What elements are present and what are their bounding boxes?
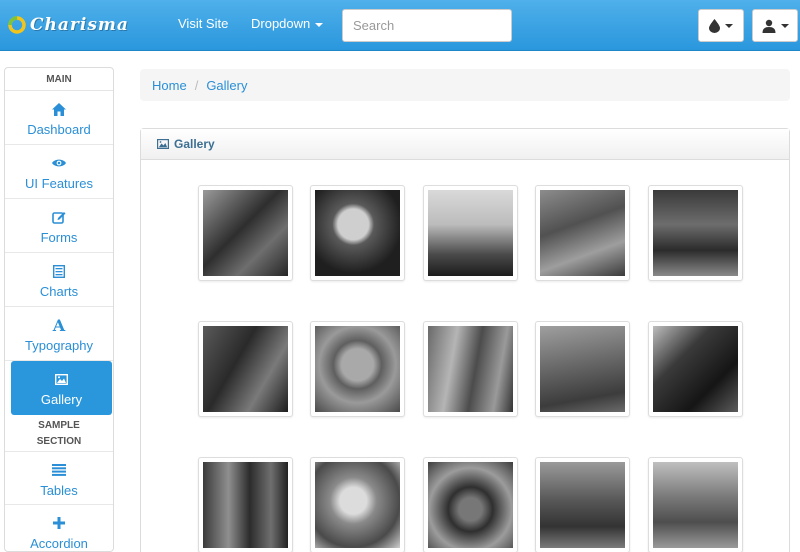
- gallery-thumbnail[interactable]: [535, 321, 630, 417]
- theme-switcher-button[interactable]: [698, 9, 744, 42]
- panel-heading: Gallery: [141, 129, 789, 160]
- gallery-thumbnail[interactable]: [310, 321, 405, 417]
- gallery-image: [540, 190, 625, 276]
- sidebar-item-label: Accordion: [30, 536, 88, 551]
- sidebar-item-gallery[interactable]: Gallery: [11, 361, 112, 415]
- caret-down-icon: [780, 23, 789, 28]
- gallery-image: [315, 462, 400, 548]
- gallery-thumbnail[interactable]: [423, 457, 518, 552]
- gallery-thumbnail[interactable]: [310, 457, 405, 552]
- gallery-thumbnail[interactable]: [535, 185, 630, 281]
- sidebar-item-label: Typography: [25, 338, 93, 353]
- caret-down-icon: [725, 23, 733, 28]
- gallery-image: [315, 190, 400, 276]
- sidebar-item-tables[interactable]: Tables: [5, 451, 113, 505]
- edit-icon: [5, 209, 113, 225]
- user-menu-button[interactable]: [752, 9, 798, 42]
- font-icon: A: [52, 315, 66, 335]
- gallery-image: [203, 190, 288, 276]
- gallery-image: [653, 462, 738, 548]
- sidebar-item-label: Dashboard: [27, 122, 91, 137]
- gallery-image: [540, 326, 625, 412]
- breadcrumb-current[interactable]: Gallery: [206, 78, 247, 93]
- sidebar-item-charts[interactable]: Charts: [5, 253, 113, 307]
- eye-icon: [5, 155, 113, 171]
- gallery-image: [540, 462, 625, 548]
- gallery-image: [203, 326, 288, 412]
- panel-title: Gallery: [174, 137, 215, 151]
- brand[interactable]: Charisma: [6, 12, 129, 38]
- sidebar-item-label: UI Features: [25, 176, 93, 191]
- breadcrumb: Home / Gallery: [140, 69, 790, 101]
- gallery-image: [428, 190, 513, 276]
- sidebar-nav: MAIN Dashboard UI Features Forms Charts …: [4, 67, 114, 552]
- sidebar-item-ui-features[interactable]: UI Features: [5, 145, 113, 199]
- sidebar-item-forms[interactable]: Forms: [5, 199, 113, 253]
- gallery-panel: Gallery: [140, 128, 790, 552]
- picture-icon: [11, 371, 112, 387]
- sidebar-item-label: Forms: [40, 230, 78, 245]
- brand-name: Charisma: [30, 15, 129, 35]
- align-justify-icon: [5, 462, 113, 478]
- gallery-image: [653, 326, 738, 412]
- list-icon: [5, 263, 113, 279]
- gallery-thumbnail[interactable]: [423, 185, 518, 281]
- picture-icon: [157, 139, 169, 149]
- gallery-image: [315, 326, 400, 412]
- dropdown-menu-toggle[interactable]: Dropdown: [251, 16, 324, 31]
- top-navbar: Charisma Visit Site Dropdown: [0, 0, 800, 51]
- gallery-thumbnail[interactable]: [648, 185, 743, 281]
- sidebar-item-label: Tables: [40, 483, 78, 498]
- gallery-thumbnail[interactable]: [648, 321, 743, 417]
- gallery-thumbnail[interactable]: [648, 457, 743, 552]
- sidebar-section-sample-label: SAMPLE SECTION: [36, 420, 82, 447]
- gallery-image: [203, 462, 288, 548]
- search-input[interactable]: [342, 9, 512, 42]
- gallery-image: [653, 190, 738, 276]
- gallery-thumbnail[interactable]: [198, 457, 293, 552]
- sidebar-item-label: Gallery: [40, 392, 83, 407]
- gallery-image: [428, 462, 513, 548]
- tint-icon: [709, 18, 720, 33]
- visit-site-link[interactable]: Visit Site: [178, 16, 228, 31]
- gallery-thumbnail[interactable]: [535, 457, 630, 552]
- gallery-image: [428, 326, 513, 412]
- sidebar-section-sample: SAMPLE SECTION: [5, 415, 113, 451]
- sidebar-section-main: MAIN: [5, 68, 113, 91]
- user-icon: [762, 19, 776, 33]
- sidebar-item-label: Charts: [39, 284, 79, 299]
- sidebar-item-typography[interactable]: A Typography: [5, 307, 113, 361]
- gallery-thumbnail[interactable]: [198, 185, 293, 281]
- gallery-thumbnail[interactable]: [423, 321, 518, 417]
- brand-logo-icon: [6, 14, 28, 36]
- sidebar-item-accordion[interactable]: Accordion: [5, 505, 113, 551]
- sidebar-item-dashboard[interactable]: Dashboard: [5, 91, 113, 145]
- caret-down-icon: [315, 22, 324, 27]
- plus-icon: [5, 515, 113, 531]
- breadcrumb-home-link[interactable]: Home: [152, 78, 187, 93]
- gallery-thumbnail[interactable]: [310, 185, 405, 281]
- breadcrumb-separator: /: [194, 78, 199, 93]
- dropdown-label: Dropdown: [251, 16, 311, 31]
- home-icon: [5, 101, 113, 117]
- gallery-thumbnail[interactable]: [198, 321, 293, 417]
